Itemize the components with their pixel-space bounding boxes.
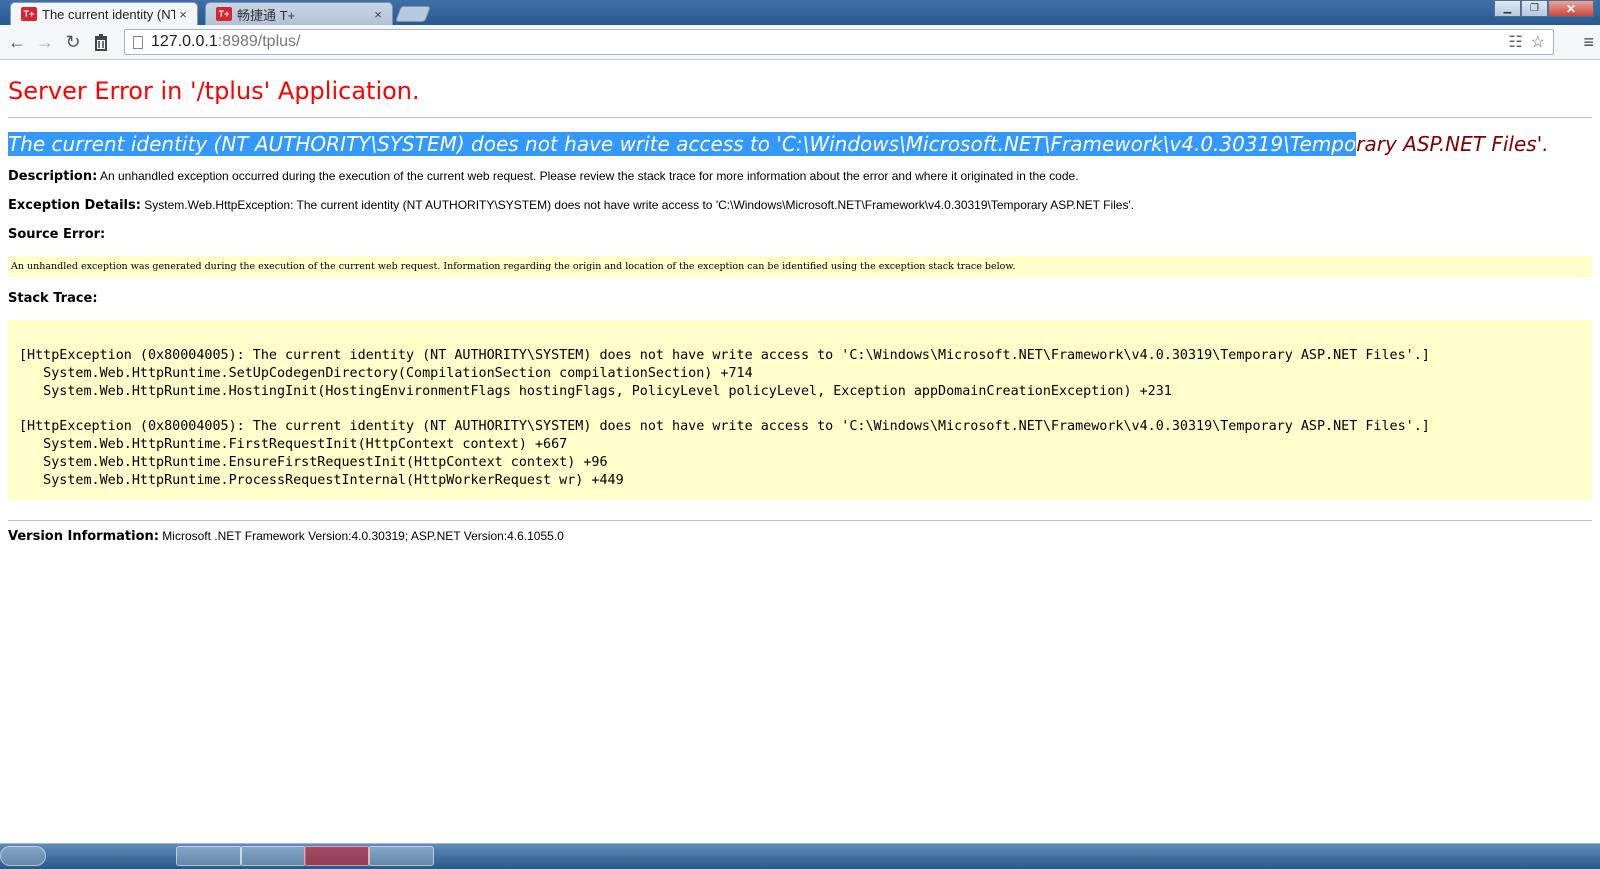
new-tab-button[interactable] <box>395 6 431 22</box>
close-window-icon[interactable]: ✕ <box>1548 0 1594 17</box>
exception-label: Exception Details: <box>8 198 141 213</box>
version-label: Version Information: <box>8 529 159 544</box>
source-error: Source Error: <box>8 227 1592 242</box>
windows-taskbar <box>0 843 1600 869</box>
omnibox-icons: ☷ ☆ <box>1508 32 1545 52</box>
window-controls: ▁ ❐ ✕ <box>1494 0 1594 18</box>
tplus-favicon-icon: T+ <box>216 7 232 21</box>
taskbar-item[interactable] <box>368 846 434 866</box>
trash-icon[interactable] <box>90 31 112 53</box>
minimize-icon[interactable]: ▁ <box>1494 0 1521 17</box>
menu-icon[interactable]: ≡ <box>1583 32 1594 53</box>
browser-title-bar: T+ The current identity (NT × T+ 畅捷通 T+ … <box>0 0 1600 25</box>
url-path: :8989/tplus/ <box>217 33 301 50</box>
tab-title: 畅捷通 T+ <box>237 7 296 23</box>
forward-arrow-icon[interactable]: → <box>34 31 56 53</box>
browser-toolbar: ← → ↻ 127.0.0.1:8989/tplus/ ☷ ☆ ≡ <box>0 25 1600 60</box>
source-error-label: Source Error: <box>8 227 106 242</box>
reload-icon[interactable]: ↻ <box>62 31 84 53</box>
stack-trace-box: [HttpException (0x80004005): The current… <box>8 320 1592 500</box>
tab-title: The current identity (NT <box>42 6 175 22</box>
taskbar-item[interactable] <box>240 846 306 866</box>
page-icon <box>133 35 143 49</box>
taskbar-item[interactable] <box>176 846 242 866</box>
version-text: Microsoft .NET Framework Version:4.0.303… <box>162 529 564 543</box>
description: Description: An unhandled exception occu… <box>8 169 1592 184</box>
stack-trace-label: Stack Trace: <box>8 291 98 306</box>
error-heading-rest: rary ASP.NET Files'. <box>1356 132 1549 156</box>
stack-trace: Stack Trace: <box>8 291 1592 306</box>
version-information: Version Information: Microsoft .NET Fram… <box>8 529 1592 544</box>
page-content: Server Error in '/tplus' Application. Th… <box>8 60 1592 544</box>
tplus-favicon-icon: T+ <box>21 7 37 21</box>
address-bar[interactable]: 127.0.0.1:8989/tplus/ ☷ ☆ <box>124 29 1554 55</box>
source-error-box: An unhandled exception was generated dur… <box>8 256 1592 277</box>
restore-icon[interactable]: ❐ <box>1521 0 1548 17</box>
url-host: 127.0.0.1 <box>151 33 218 50</box>
tab-close-icon[interactable]: × <box>175 7 191 22</box>
tab-close-icon[interactable]: × <box>370 7 386 22</box>
divider <box>8 520 1592 521</box>
exception-text: System.Web.HttpException: The current id… <box>144 198 1135 212</box>
error-heading: The current identity (NT AUTHORITY\SYSTE… <box>8 132 1592 156</box>
error-heading-selected: The current identity (NT AUTHORITY\SYSTE… <box>8 132 1357 156</box>
description-label: Description: <box>8 169 98 184</box>
tab-current-identity[interactable]: T+ The current identity (NT × <box>10 2 198 25</box>
taskbar-item[interactable] <box>304 846 370 866</box>
description-text: An unhandled exception occurred during t… <box>99 169 1079 183</box>
start-button[interactable] <box>0 846 46 866</box>
translate-icon[interactable]: ☷ <box>1508 32 1522 52</box>
divider <box>8 117 1592 118</box>
star-icon[interactable]: ☆ <box>1531 32 1545 52</box>
tab-tplus[interactable]: T+ 畅捷通 T+ × <box>205 2 393 25</box>
exception-details: Exception Details: System.Web.HttpExcept… <box>8 198 1592 213</box>
page-title: Server Error in '/tplus' Application. <box>8 77 420 105</box>
back-arrow-icon[interactable]: ← <box>6 31 28 53</box>
